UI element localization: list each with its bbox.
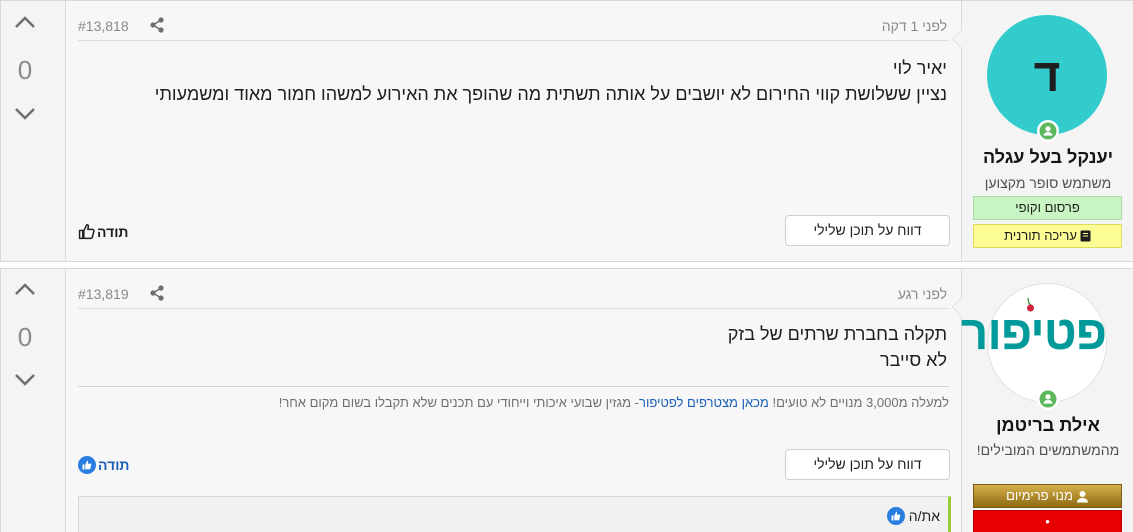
post-meta: #13,819 לפני רגע (78, 281, 949, 309)
book-icon (1080, 230, 1091, 242)
vote-count: 0 (17, 55, 33, 85)
chevron-down-icon (15, 108, 35, 120)
thanks-button[interactable]: תודה (78, 223, 128, 240)
online-status (1037, 120, 1059, 142)
badge-label: פרסום וקופי (1015, 200, 1080, 215)
chevron-down-icon (15, 374, 35, 386)
quote-label: את/ה (908, 508, 940, 524)
thanks-label: תודה (97, 223, 129, 240)
user-icon (1076, 490, 1088, 502)
vote-count: 0 (17, 322, 33, 352)
badge-advertising: פרסום וקופי (973, 196, 1122, 220)
badge-label: • (1045, 514, 1050, 529)
share-button[interactable] (149, 285, 165, 306)
chevron-up-icon (15, 283, 35, 295)
share-icon (150, 17, 164, 33)
share-icon (150, 285, 164, 301)
post: 0 #13,818 לפני 1 דקה יאיר לוי נציין ששלו… (0, 0, 1133, 262)
avatar[interactable]: פטיפור (960, 283, 1107, 403)
signature-link[interactable]: מכאן מצטרפים לפטיפור (639, 395, 769, 410)
post-number-link[interactable]: #13,818 (78, 18, 129, 34)
quote-header: את/ה (886, 507, 940, 525)
badge-premium: מנוי פרימיום (973, 484, 1122, 508)
post-time: לפני 1 דקה (881, 18, 947, 34)
vote-column: 0 (1, 269, 66, 532)
author-panel: פטיפור אילת בריטמן מהמשתמשים המובילים! מ… (952, 269, 1133, 532)
post-line: לא סייבר (879, 350, 947, 370)
post-line: תקלה בחברת שרתים של בזק (727, 324, 947, 344)
signature-text: - מגזין שבועי איכותי וייחודי עם תכנים של… (278, 395, 640, 410)
badge-red: • (973, 510, 1122, 532)
badge-torah-editing: עריכה תורנית (973, 224, 1122, 248)
downvote-button[interactable] (1, 373, 49, 399)
online-user-icon (1039, 122, 1057, 140)
author-pointer (952, 29, 962, 49)
share-button[interactable] (149, 17, 165, 38)
post-line: נציין ששלושת קווי החירום לא יושבים על או… (154, 84, 947, 104)
report-button[interactable]: דווח על תוכן שלילי (785, 449, 950, 480)
online-user-icon (1039, 390, 1057, 408)
report-button[interactable]: דווח על תוכן שלילי (785, 215, 950, 246)
post-content: #13,819 לפני רגע תקלה בחברת שרתים של בזק… (66, 269, 961, 532)
author-title: משתמש סופר מקצוען (984, 175, 1112, 191)
quote-box: את/ה (78, 496, 951, 532)
post-body: יאיר לוי נציין ששלושת קווי החירום לא יוש… (78, 55, 947, 107)
post-body: תקלה בחברת שרתים של בזק לא סייבר (78, 321, 947, 373)
post-number-link[interactable]: #13,819 (78, 286, 129, 302)
signature: למעלה מ3,000 מנויים לא טועים! מכאן מצטרפ… (78, 386, 949, 410)
author-title: מהמשתמשים המובילים! (976, 442, 1120, 458)
badge-label: מנוי פרימיום (1006, 488, 1073, 503)
upvote-button[interactable] (1, 15, 49, 41)
author-name[interactable]: יענקל בעל עגלה (962, 147, 1133, 168)
vote-column: 0 (1, 1, 66, 261)
thanks-label: תודה (98, 457, 130, 473)
signature-text: למעלה מ3,000 מנויים לא טועים! (768, 395, 949, 410)
post-meta: #13,818 לפני 1 דקה (78, 13, 949, 41)
post-line: יאיר לוי (892, 58, 947, 78)
thumbs-up-icon (886, 507, 905, 525)
badge-label: עריכה תורנית (1004, 228, 1077, 243)
online-status (1037, 388, 1059, 410)
downvote-button[interactable] (1, 107, 49, 133)
post: 0 #13,819 לפני רגע תקלה בחברת שרתים של ב… (0, 268, 1133, 532)
author-name[interactable]: אילת בריטמן (962, 415, 1133, 436)
avatar[interactable]: ד (987, 15, 1107, 135)
thumbs-up-icon (78, 223, 95, 240)
logo-text: פטיפור (960, 307, 1107, 360)
author-panel: ד יענקל בעל עגלה משתמש סופר מקצוען פרסום… (952, 1, 1133, 261)
post-time: לפני רגע (897, 286, 947, 302)
thumbs-up-icon (78, 456, 96, 474)
upvote-button[interactable] (1, 282, 49, 308)
post-content: #13,818 לפני 1 דקה יאיר לוי נציין ששלושת… (66, 1, 961, 261)
chevron-up-icon (15, 16, 35, 28)
thanks-button[interactable]: תודה (78, 456, 129, 474)
